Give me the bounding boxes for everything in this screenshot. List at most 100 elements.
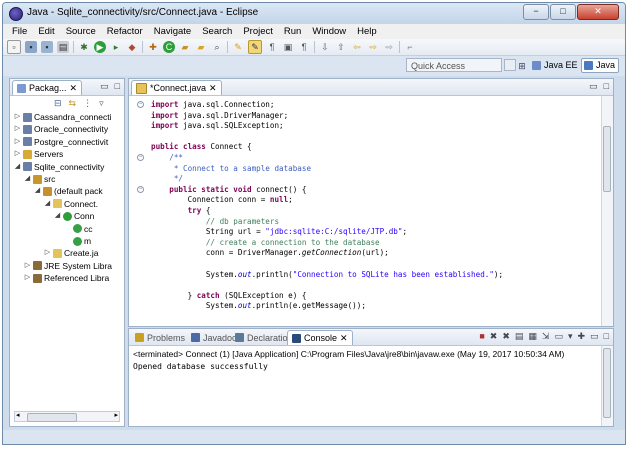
open-type-icon[interactable]: ▰	[179, 41, 191, 53]
toggle-mark-icon[interactable]: ✎	[232, 41, 244, 53]
menu-refactor[interactable]: Refactor	[106, 26, 144, 37]
format-icon[interactable]: ¶	[266, 41, 278, 53]
fold-toggle-icon[interactable]: −	[137, 185, 144, 193]
tree-item[interactable]: ◢ Connect.	[44, 198, 98, 210]
minimize-view-icon[interactable]: ▭	[589, 81, 598, 92]
tree-item[interactable]: ▷ Cassandra_connecti	[14, 111, 112, 123]
perspective-java-ee[interactable]: Java EE	[530, 58, 581, 73]
view-menu-icon[interactable]: ▿	[99, 98, 104, 109]
save-all-icon[interactable]: ▪	[41, 41, 53, 53]
quick-access-dropdown-icon[interactable]	[504, 59, 516, 71]
tree-item[interactable]: ◢ src	[24, 173, 56, 185]
scroll-thumb[interactable]	[603, 126, 611, 192]
tree-toggle-icon[interactable]: ▷	[24, 272, 31, 284]
external-tools-icon[interactable]: ◆	[126, 41, 138, 53]
tree-item[interactable]: ▷ Referenced Libra	[24, 272, 109, 284]
tree-item[interactable]: ◢ Sqlite_connectivity	[14, 161, 105, 173]
scroll-left-icon[interactable]: ◂	[16, 411, 20, 419]
tree-item[interactable]: m	[64, 235, 91, 247]
console-vertical-scrollbar[interactable]	[601, 346, 613, 426]
maximize-view-icon[interactable]: □	[604, 81, 609, 92]
new-java-project-icon[interactable]: ✚	[147, 41, 159, 53]
new-icon[interactable]: ▫	[7, 40, 21, 54]
menu-search[interactable]: Search	[201, 26, 233, 37]
coverage-icon[interactable]: ▸	[110, 41, 122, 53]
menu-source[interactable]: Source	[65, 26, 97, 37]
fold-toggle-icon[interactable]: −	[137, 154, 144, 161]
menu-edit[interactable]: Edit	[37, 26, 55, 37]
tree-toggle-icon[interactable]: ◢	[44, 198, 51, 210]
vertical-scrollbar[interactable]	[601, 96, 613, 326]
new-class-icon[interactable]: C	[163, 41, 175, 53]
close-icon[interactable]: ✕	[70, 81, 78, 95]
perspective-java[interactable]: Java	[581, 58, 620, 73]
tab-console[interactable]: Console ✕	[287, 330, 353, 345]
maximize-view-icon[interactable]: □	[115, 81, 120, 92]
tree-item[interactable]: ▷ Create.ja	[44, 247, 99, 259]
save-icon[interactable]: ▪	[25, 41, 37, 53]
tab-problems[interactable]: Problems	[131, 330, 189, 345]
code-editor[interactable]: import java.sql.Connection; − import java.…	[129, 96, 601, 326]
filters-icon[interactable]: ⋮	[83, 98, 92, 109]
show-whitespace-icon[interactable]: ¶	[298, 41, 310, 53]
tree-item[interactable]: ▷ Postgre_connectivit	[14, 136, 108, 148]
tree-toggle-icon[interactable]: ▷	[44, 247, 51, 259]
terminate-icon[interactable]: ■	[479, 331, 484, 342]
tree-toggle-icon[interactable]: ◢	[24, 173, 31, 185]
remove-all-icon[interactable]: ✖	[502, 331, 510, 342]
tree-item[interactable]: ▷ Oracle_connectivity	[14, 123, 108, 135]
tree-toggle-icon[interactable]: ◢	[54, 210, 61, 222]
tab-connect-java[interactable]: *Connect.java ✕	[131, 80, 222, 95]
minimize-view-icon[interactable]: ▭	[100, 81, 109, 92]
minimize-view-icon[interactable]: ▭	[590, 331, 599, 342]
tree-toggle-icon[interactable]: ▷	[14, 148, 21, 160]
quick-access-input[interactable]: Quick Access	[406, 58, 502, 72]
menu-window[interactable]: Window	[311, 26, 347, 37]
close-icon[interactable]: ✕	[209, 81, 217, 95]
next-annotation-icon[interactable]: ⇩	[319, 41, 331, 53]
pin-editor-icon[interactable]: ⌐	[404, 41, 416, 53]
tree-toggle-icon[interactable]: ▷	[24, 260, 31, 272]
open-folder-icon[interactable]: ▰	[195, 41, 207, 53]
tree-toggle-icon[interactable]: ▷	[14, 111, 21, 123]
tree-toggle-icon[interactable]: ▷	[14, 123, 21, 135]
menu-help[interactable]: Help	[356, 26, 378, 37]
scroll-right-icon[interactable]: ▸	[114, 411, 118, 419]
maximize-view-icon[interactable]: □	[604, 331, 609, 342]
menu-navigate[interactable]: Navigate	[153, 26, 193, 37]
maximize-button[interactable]: □	[550, 4, 576, 20]
remove-launch-icon[interactable]: ✖	[490, 331, 498, 342]
menu-run[interactable]: Run	[283, 26, 302, 37]
back-icon[interactable]: ⇦	[351, 41, 363, 53]
forward-icon[interactable]: ⇨	[367, 41, 379, 53]
tree-item[interactable]: ◢ (default pack	[34, 185, 103, 197]
tree-item[interactable]: ▷ Servers	[14, 148, 64, 160]
search-icon[interactable]: ⌕	[211, 41, 223, 53]
tree-item[interactable]: ◢ Conn	[54, 210, 95, 222]
tab-package-explorer[interactable]: Packag... ✕	[12, 80, 83, 95]
close-button[interactable]: ✕	[577, 4, 619, 20]
prev-annotation-icon[interactable]: ⇧	[335, 41, 347, 53]
tree-toggle-icon[interactable]: ▷	[14, 136, 21, 148]
minimize-button[interactable]: −	[523, 4, 549, 20]
scroll-thumb[interactable]	[27, 413, 77, 422]
link-with-editor-icon[interactable]: ⇆	[69, 98, 77, 109]
horizontal-scrollbar[interactable]: ◂ ▸	[14, 411, 120, 422]
tree-toggle-icon[interactable]: ◢	[34, 185, 41, 197]
fold-toggle-icon[interactable]: −	[137, 101, 144, 108]
menu-project[interactable]: Project	[242, 26, 274, 37]
tree-item[interactable]: ▷ JRE System Libra	[24, 260, 112, 272]
display-console-icon[interactable]: ▾	[568, 331, 573, 342]
scroll-thumb[interactable]	[603, 348, 611, 418]
open-perspective-icon[interactable]: ⊞	[516, 60, 528, 72]
tree-toggle-icon[interactable]: ◢	[14, 161, 21, 173]
menu-file[interactable]: File	[11, 26, 28, 37]
run-icon[interactable]: ▶	[94, 41, 106, 53]
pin-console-icon[interactable]: ▭	[554, 331, 563, 342]
tree-item[interactable]: cc	[64, 223, 93, 235]
debug-icon[interactable]: ✱	[78, 41, 90, 53]
word-wrap-icon[interactable]: ⇲	[542, 331, 550, 342]
scroll-lock-icon[interactable]: ▦	[528, 331, 537, 342]
block-select-icon[interactable]: ▣	[282, 41, 294, 53]
close-icon[interactable]: ✕	[340, 331, 348, 345]
